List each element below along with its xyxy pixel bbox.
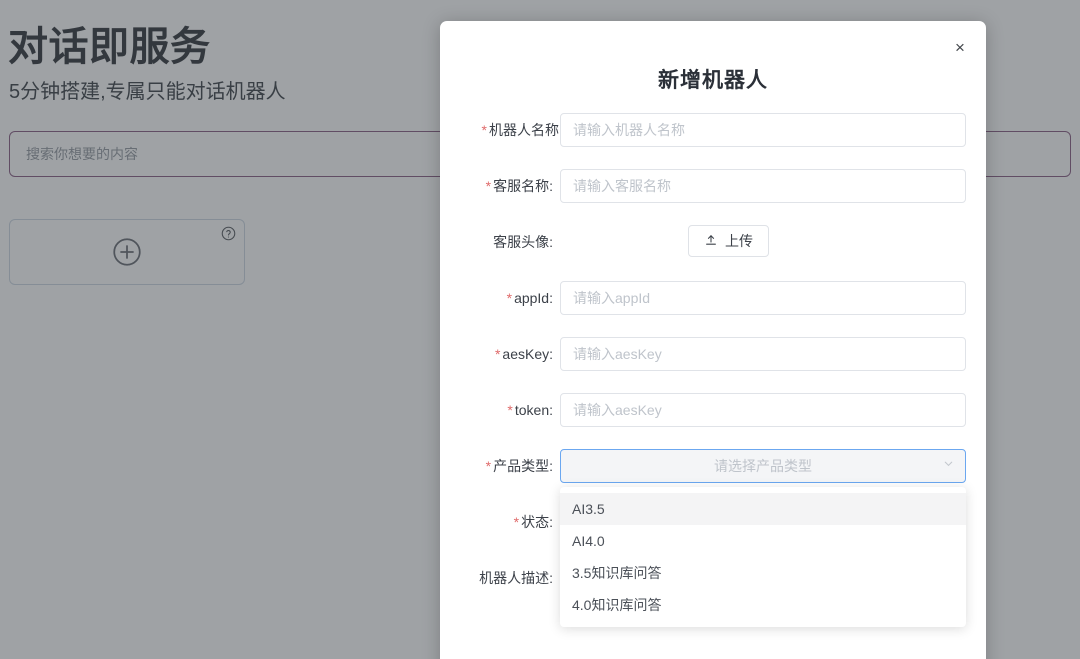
dropdown-option[interactable]: AI3.5: [560, 493, 966, 525]
product-type-placeholder: 请选择产品类型: [714, 458, 812, 474]
label-service-name: * 客服名称:: [460, 169, 560, 203]
screen-root: 对话即服务 5分钟搭建,专属只能对话机器人 搜索你想要的内容: [0, 0, 1080, 659]
service-name-input[interactable]: [560, 169, 966, 203]
dialog-title: 新增机器人: [658, 69, 768, 92]
upload-icon: [704, 233, 718, 250]
required-asterisk: *: [507, 402, 513, 418]
required-asterisk: *: [513, 514, 520, 530]
label-text: 产品类型:: [493, 458, 553, 474]
form-row-appid: * appId:: [460, 281, 966, 315]
add-robot-dialog: × 新增机器人 *机器人名称 *客服名称:: [440, 21, 986, 659]
dropdown-option[interactable]: 3.5知识库问答: [560, 557, 966, 589]
dropdown-option[interactable]: AI4.0: [560, 525, 966, 557]
product-type-dropdown: AI3.5 AI4.0 3.5知识库问答 4.0知识库问答: [560, 487, 966, 627]
aeskey-input[interactable]: [560, 337, 966, 371]
label-status: * 状态:: [460, 505, 560, 539]
required-asterisk: *: [494, 346, 501, 362]
appid-input[interactable]: [560, 281, 966, 315]
dropdown-option[interactable]: 4.0知识库问答: [560, 589, 966, 621]
form-row-service-name: * 客服名称:: [460, 169, 966, 203]
label-product-type: * 产品类型:: [460, 449, 560, 483]
form-row-service-avatar: 客服头像: 上传: [460, 225, 966, 259]
label-text: 客服头像:: [493, 234, 553, 250]
label-robot-name: * 机器人名称: [460, 113, 560, 147]
label-text: 机器人描述:: [479, 570, 553, 586]
label-text: token:: [514, 402, 553, 418]
label-token: * token:: [460, 393, 560, 427]
token-input[interactable]: [560, 393, 966, 427]
required-asterisk: *: [485, 178, 492, 194]
upload-button-label: 上传: [725, 233, 753, 249]
required-asterisk: *: [506, 290, 513, 306]
product-type-select[interactable]: 请选择产品类型: [560, 449, 966, 483]
label-aeskey: * aesKey:: [460, 337, 560, 371]
label-text: appId:: [514, 290, 553, 306]
label-robot-description: 机器人描述:: [460, 561, 560, 595]
chevron-down-icon[interactable]: [942, 457, 955, 475]
label-text: aesKey:: [502, 346, 553, 362]
robot-name-input[interactable]: [560, 113, 966, 147]
required-asterisk: *: [481, 122, 487, 138]
form-row-token: * token:: [460, 393, 966, 427]
form-row-aeskey: * aesKey:: [460, 337, 966, 371]
label-appid: * appId:: [460, 281, 560, 315]
close-icon[interactable]: ×: [948, 35, 972, 59]
label-text: 机器人名称: [489, 122, 559, 138]
label-text: 客服名称:: [493, 178, 553, 194]
add-robot-form: *机器人名称 *客服名称: 客服头像:: [440, 94, 986, 627]
upload-button[interactable]: 上传: [688, 225, 769, 257]
label-text: 状态:: [521, 514, 553, 530]
form-row-product-type: * 产品类型: 请选择产品类型 AI3.5 AI4.0 3.5知识库问答 4.0…: [460, 449, 966, 627]
required-asterisk: *: [485, 458, 492, 474]
form-row-robot-name: * 机器人名称: [460, 113, 966, 147]
label-service-avatar: 客服头像:: [460, 225, 560, 259]
